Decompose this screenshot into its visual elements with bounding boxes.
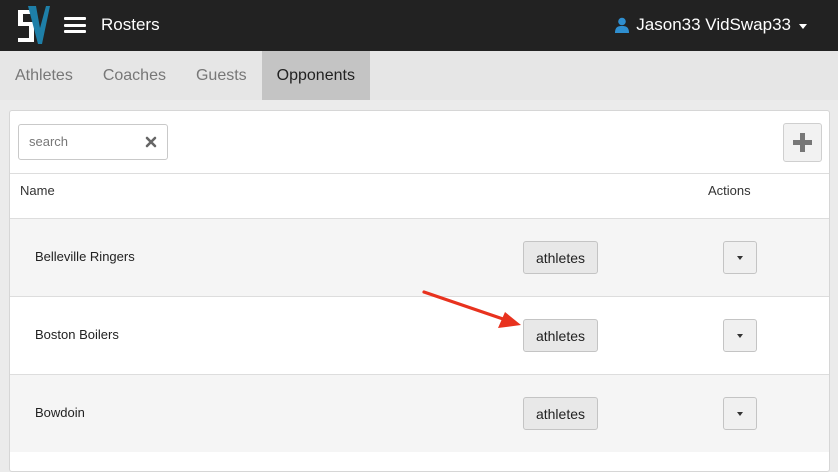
user-name: Jason33 VidSwap33: [636, 15, 791, 34]
athletes-button[interactable]: athletes: [523, 241, 598, 274]
actions-dropdown-button[interactable]: [723, 319, 757, 352]
chevron-down-icon: [799, 23, 807, 29]
user-menu[interactable]: Jason33 VidSwap33: [614, 15, 807, 35]
user-icon: [615, 17, 630, 33]
actions-dropdown-button[interactable]: [723, 241, 757, 274]
hamburger-menu-icon[interactable]: [64, 17, 86, 33]
tab-coaches[interactable]: Coaches: [88, 51, 181, 100]
opponent-name: Belleville Ringers: [35, 249, 135, 264]
add-opponent-button[interactable]: [783, 123, 822, 162]
table-header: Name Actions: [10, 173, 829, 207]
search-input[interactable]: [20, 126, 139, 156]
tab-opponents[interactable]: Opponents: [261, 51, 370, 100]
opponent-name: Bowdoin: [35, 405, 85, 420]
column-header-name: Name: [20, 183, 55, 198]
caret-down-icon: [737, 412, 743, 416]
plus-icon: [793, 133, 812, 152]
caret-down-icon: [737, 256, 743, 260]
column-header-actions: Actions: [708, 183, 751, 198]
caret-down-icon: [737, 334, 743, 338]
opponents-panel: Name Actions Belleville Ringers athletes…: [9, 110, 830, 472]
table-row: Boston Boilers athletes: [10, 296, 829, 374]
athletes-button[interactable]: athletes: [523, 397, 598, 430]
actions-dropdown-button[interactable]: [723, 397, 757, 430]
vidswap-logo[interactable]: [14, 4, 50, 46]
table-row: Bowdoin athletes: [10, 374, 829, 452]
table-spacer: [10, 206, 829, 218]
top-navbar: Rosters Jason33 VidSwap33: [0, 0, 838, 51]
opponent-name: Boston Boilers: [35, 327, 119, 342]
tab-athletes[interactable]: Athletes: [0, 51, 88, 100]
roster-tabs: Athletes Coaches Guests Opponents: [0, 51, 838, 100]
athletes-button[interactable]: athletes: [523, 319, 598, 352]
tab-guests[interactable]: Guests: [181, 51, 262, 100]
page-title: Rosters: [101, 15, 160, 34]
table-row: Belleville Ringers athletes: [10, 218, 829, 296]
search-box: [18, 124, 168, 160]
clear-search-icon[interactable]: [145, 136, 157, 148]
